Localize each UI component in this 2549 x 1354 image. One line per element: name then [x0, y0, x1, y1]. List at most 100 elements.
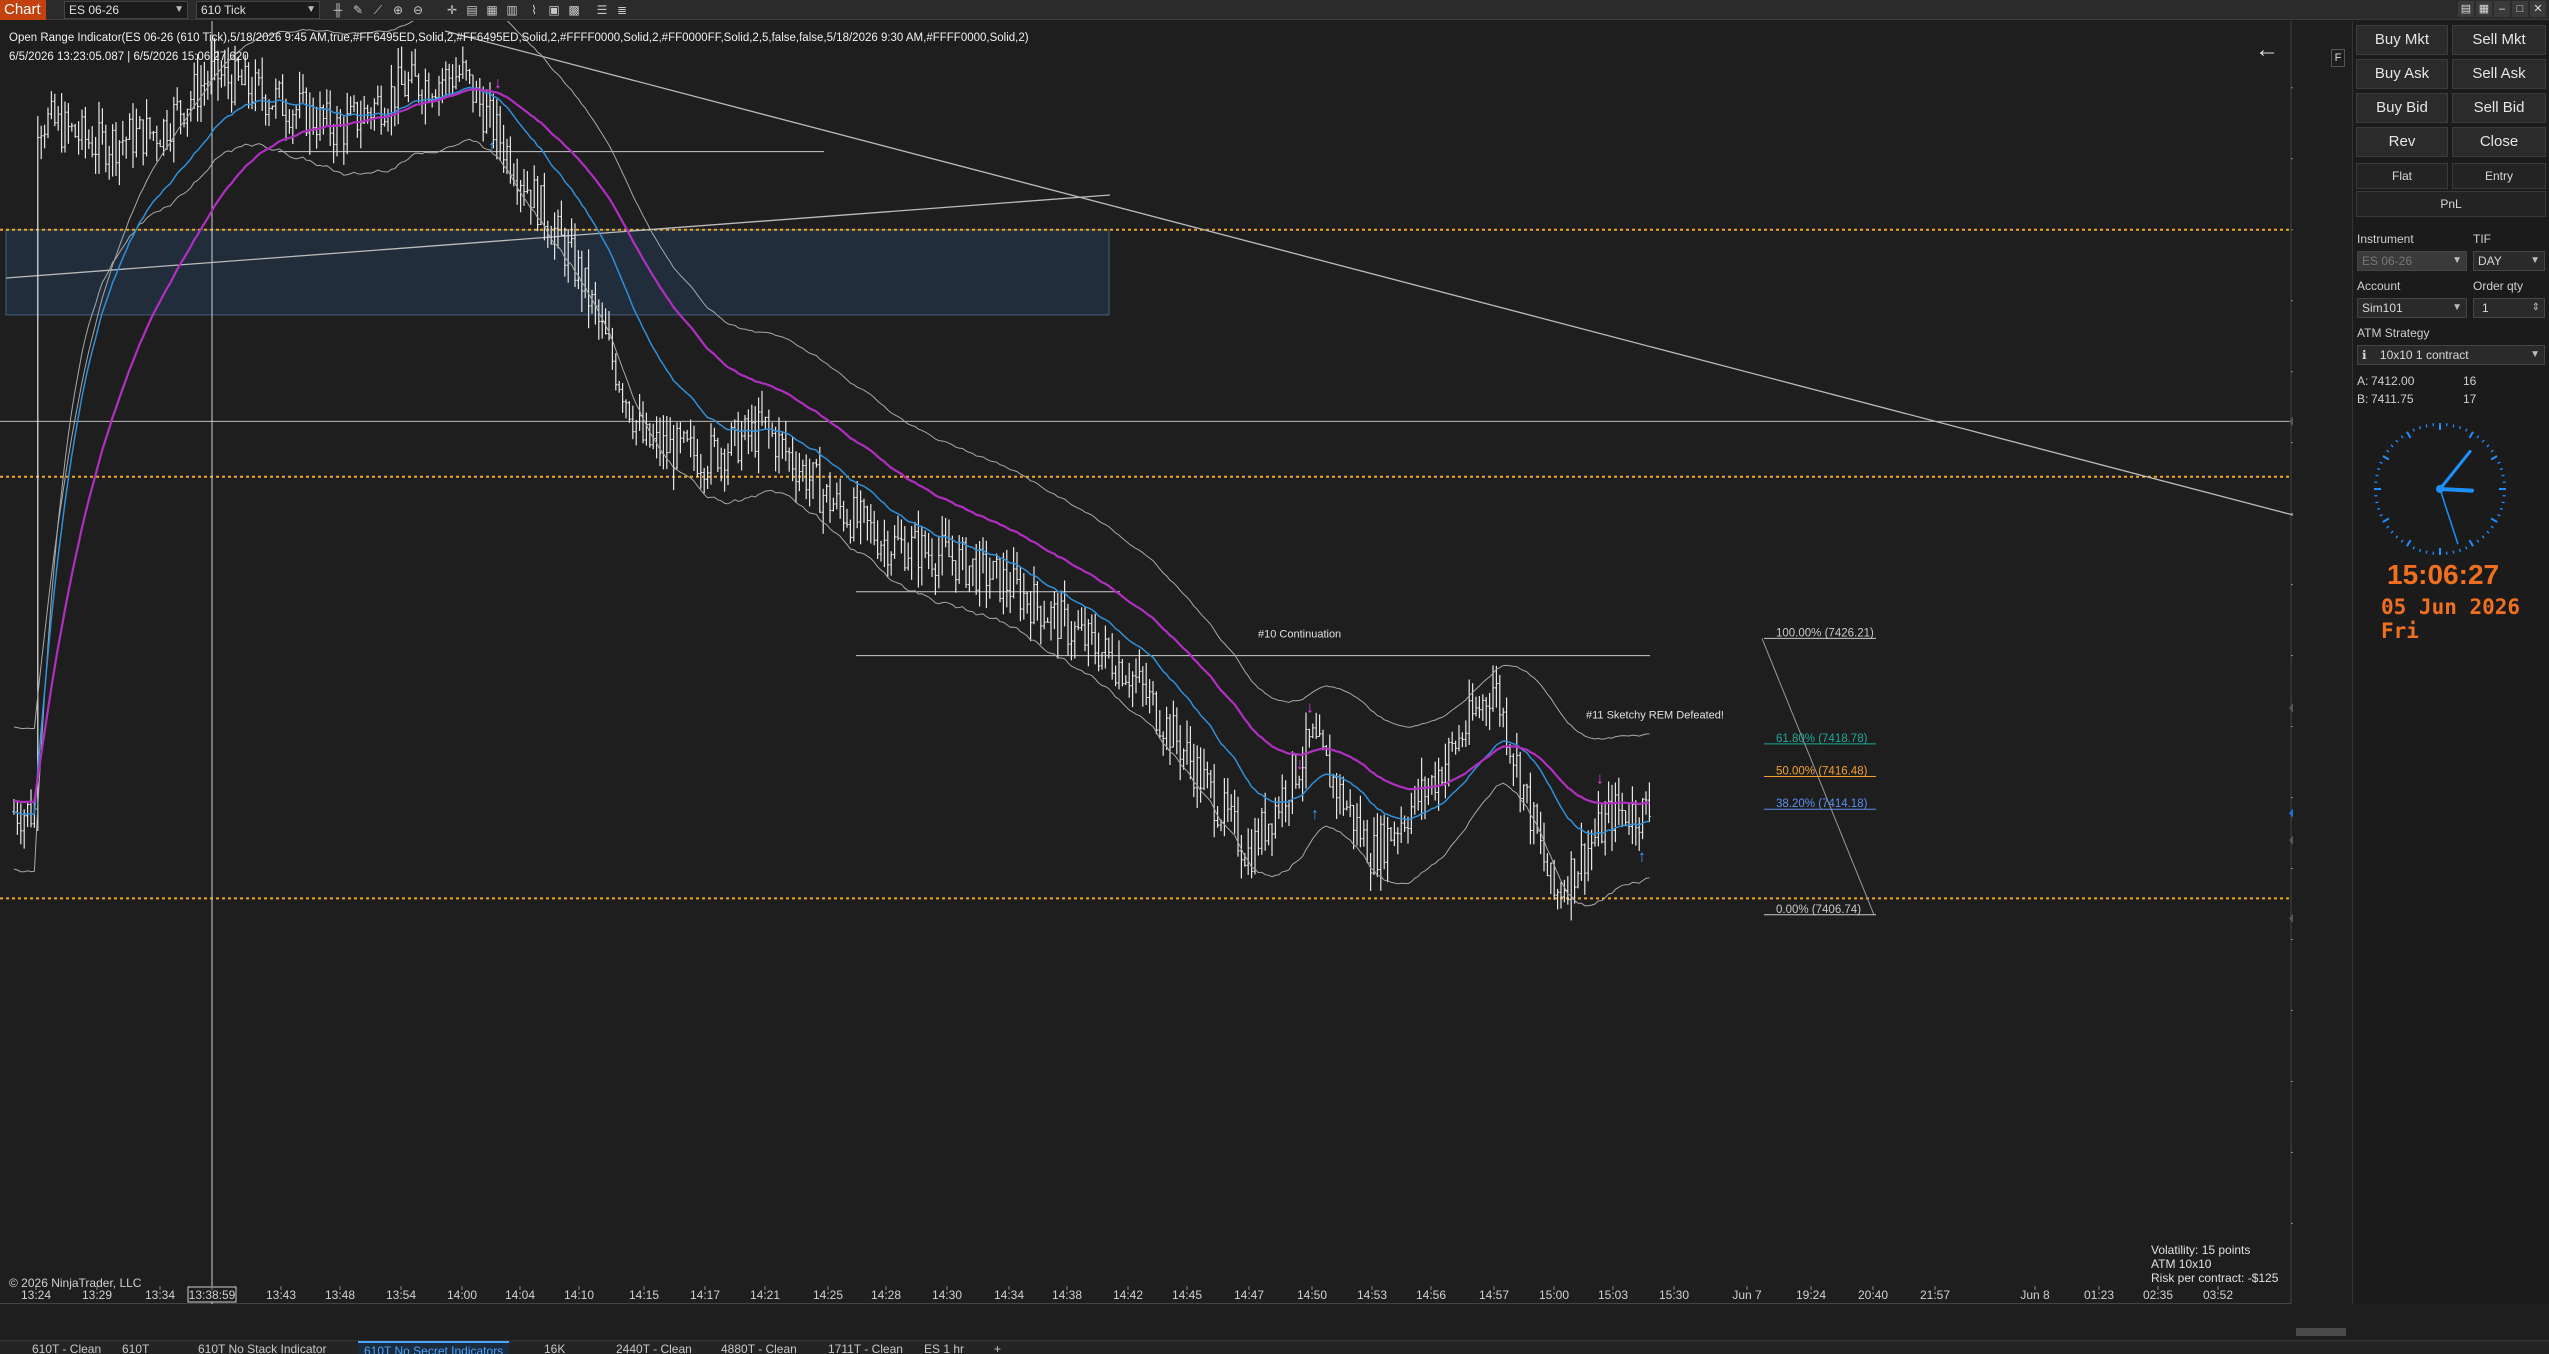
- buy-market-button[interactable]: Buy Mkt: [2356, 25, 2448, 55]
- indicators-icon[interactable]: ▥: [504, 2, 520, 18]
- ohlc-bar: [1511, 753, 1515, 787]
- crosshair-icon[interactable]: ✛: [444, 2, 460, 18]
- maximize-icon[interactable]: □: [2512, 1, 2528, 17]
- ohlc-bar: [954, 560, 958, 593]
- list-icon[interactable]: ≣: [614, 2, 630, 18]
- instrument-selector[interactable]: ES 06-26 ▼: [64, 1, 188, 19]
- clock-tick: [2458, 426, 2462, 430]
- list-icon[interactable]: ☰: [594, 2, 610, 18]
- ohlc-bar: [315, 106, 319, 149]
- sell-ask-button[interactable]: Sell Ask: [2452, 59, 2546, 89]
- chart-tab[interactable]: 610T: [116, 1341, 155, 1354]
- order-qty-stepper[interactable]: 1 ⇕: [2473, 298, 2545, 318]
- atm-strategy-select[interactable]: ℹ 10x10 1 contract ▼: [2357, 345, 2545, 365]
- ohlc-bar: [672, 424, 676, 491]
- clock-tick: [2499, 467, 2503, 471]
- clock-tick: [2382, 455, 2390, 461]
- ohlc-bar: [906, 542, 910, 571]
- f-button[interactable]: F: [2331, 49, 2345, 67]
- ohlc-bar: [355, 101, 359, 138]
- account-select[interactable]: Sim101 ▼: [2357, 298, 2467, 318]
- snapshot-icon[interactable]: ▩: [566, 2, 582, 18]
- ohlc-bar: [1634, 800, 1638, 846]
- ohlc-bar: [1018, 566, 1022, 622]
- ohlc-bar: [716, 437, 720, 472]
- zoom-out-icon[interactable]: ⊖: [410, 2, 426, 18]
- interval-selector[interactable]: 610 Tick ▼: [196, 1, 320, 19]
- chart-tab[interactable]: 610T No Stack Indicator: [192, 1341, 333, 1354]
- ohlc-bar: [1035, 580, 1039, 621]
- ohlc-bar: [1348, 789, 1352, 818]
- buy-ask-button[interactable]: Buy Ask: [2356, 59, 2448, 89]
- close-icon[interactable]: ✕: [2530, 1, 2546, 17]
- ohlc-bar: [1141, 666, 1145, 707]
- ohlc-bar: [202, 61, 206, 106]
- window-menu-icon[interactable]: ▤: [2458, 1, 2474, 17]
- sell-bid-button[interactable]: Sell Bid: [2452, 93, 2546, 123]
- minimize-icon[interactable]: –: [2494, 1, 2510, 17]
- ohlc-bar: [1185, 720, 1189, 765]
- ohlc-bar: [434, 89, 438, 100]
- window-tile-icon[interactable]: ▦: [2476, 1, 2492, 17]
- ohlc-bar: [393, 86, 397, 127]
- ohlc-bar: [855, 481, 859, 529]
- zoom-in-icon[interactable]: ⊕: [390, 2, 406, 18]
- ohlc-bar: [1365, 819, 1369, 864]
- ohlc-bar: [974, 543, 978, 595]
- ohlc-bar: [757, 397, 761, 474]
- draw-tool-icon[interactable]: ⟋: [370, 2, 386, 18]
- strategies-icon[interactable]: ⌇: [526, 2, 542, 18]
- ohlc-bar: [852, 487, 856, 542]
- reverse-button[interactable]: Rev: [2356, 127, 2448, 157]
- arrow-left-icon[interactable]: ←: [2255, 36, 2279, 64]
- chart-plot-area[interactable]: ↓ ↓ ↓ ↓ ↑ ↑ ↑ #10 Continuation #11 Sketchy REM D…: [0, 21, 2345, 1304]
- chart-tab[interactable]: 4880T - Clean: [715, 1341, 803, 1354]
- ohlc-bar: [219, 60, 223, 88]
- properties-icon[interactable]: ▦: [484, 2, 500, 18]
- ohlc-bar: [1542, 822, 1546, 872]
- ohlc-bar: [1569, 851, 1573, 921]
- chart-tab[interactable]: 610T No Secret Indicators: [358, 1341, 510, 1354]
- atm-label: ATM 10x10: [2151, 1257, 2212, 1271]
- ohlc-bar: [522, 169, 526, 206]
- ohlc-bar: [1270, 823, 1274, 857]
- time-tick-label: Jun 8: [2020, 1288, 2050, 1302]
- ohlc-bar: [712, 427, 716, 448]
- buy-bid-button[interactable]: Buy Bid: [2356, 93, 2448, 123]
- order-qty-label: Order qty: [2473, 279, 2524, 293]
- time-tick-label: 13:54: [386, 1288, 416, 1302]
- ohlc-bar: [842, 500, 846, 532]
- add-tab-button[interactable]: +: [988, 1341, 1007, 1354]
- price-chart[interactable]: ↓ ↓ ↓ ↓ ↑ ↑ ↑ #10 Continuation #11 Sketchy REM D…: [0, 21, 2293, 1304]
- tif-label: TIF: [2473, 232, 2491, 246]
- ohlc-bar: [709, 423, 713, 485]
- tif-select[interactable]: DAY ▼: [2473, 251, 2545, 271]
- ohlc-bar: [845, 508, 849, 528]
- chart-tab[interactable]: 1711T - Clean: [822, 1341, 909, 1354]
- ohlc-bar: [46, 107, 50, 139]
- ohlc-bar: [423, 68, 427, 125]
- time-tick-label: 14:15: [629, 1288, 659, 1302]
- ohlc-bar: [1447, 737, 1451, 787]
- time-tick-label: 13:34: [145, 1288, 175, 1302]
- sell-market-button[interactable]: Sell Mkt: [2452, 25, 2546, 55]
- ohlc-bar: [260, 57, 264, 111]
- horizontal-scrollbar[interactable]: [2296, 1328, 2346, 1336]
- chart-tab[interactable]: 610T - Clean: [26, 1341, 107, 1354]
- chart-tab[interactable]: 2440T - Clean: [610, 1341, 698, 1354]
- window-title[interactable]: Chart: [0, 0, 46, 20]
- bar-type-icon[interactable]: ╫: [330, 2, 346, 18]
- ohlc-bar: [1440, 766, 1444, 786]
- info-icon[interactable]: ℹ: [2362, 348, 2367, 362]
- chart-tab[interactable]: 16K: [538, 1341, 571, 1354]
- chart-tab[interactable]: ES 1 hr: [918, 1341, 970, 1354]
- close-position-button[interactable]: Close: [2452, 127, 2546, 157]
- templates-icon[interactable]: ▣: [546, 2, 562, 18]
- pencil-icon[interactable]: ✎: [350, 2, 366, 18]
- ohlc-bar: [15, 802, 19, 835]
- stepper-icon[interactable]: ⇕: [2532, 299, 2540, 317]
- ohlc-bar: [107, 145, 111, 180]
- ohlc-bar: [83, 106, 87, 159]
- clock-tick: [2425, 424, 2428, 428]
- data-box-icon[interactable]: ▤: [464, 2, 480, 18]
